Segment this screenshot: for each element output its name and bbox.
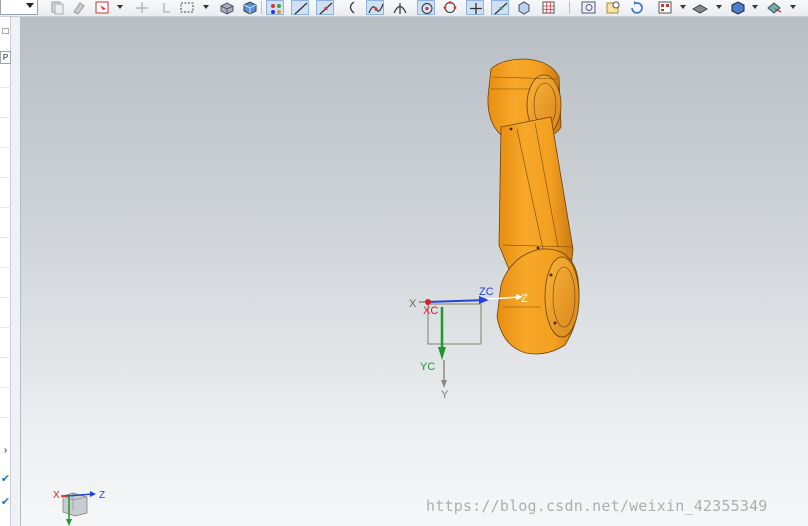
robot-arm-link[interactable] (487, 58, 580, 355)
y-label: Y (441, 389, 449, 401)
center-icon[interactable] (417, 0, 435, 15)
curve-point-icon[interactable] (366, 0, 384, 15)
display-icon[interactable] (729, 0, 747, 15)
zoom-icon[interactable] (604, 0, 622, 15)
check-icon[interactable]: ✔ (0, 473, 11, 485)
resource-bar: □ P › ✔ ✔ (0, 17, 21, 526)
triad-x-label: X (53, 490, 60, 501)
box-select-icon[interactable] (179, 0, 197, 15)
yc-label: YC (420, 361, 435, 373)
model-scene: X XC ZC Z YC Y X Z (53, 58, 580, 526)
more-icon[interactable] (765, 0, 783, 15)
line-snap-icon[interactable] (291, 0, 309, 15)
grid-icon[interactable] (540, 0, 558, 15)
point-snap-icon[interactable] (266, 0, 284, 15)
watermark-text: https://blog.csdn.net/weixin_42355349 (426, 497, 768, 515)
rotate-icon[interactable] (628, 0, 646, 15)
navigator-tab[interactable]: P (0, 51, 11, 64)
selection-filter-dropdown[interactable] (0, 0, 38, 15)
copy-icon[interactable] (48, 0, 66, 15)
graphics-viewport[interactable]: X XC ZC Z YC Y X Z https://blog.csdn.net… (21, 17, 808, 526)
select-filter-icon[interactable] (94, 0, 112, 15)
view-triad: X Z (53, 490, 105, 526)
zc-axis (426, 299, 488, 303)
triad-z-label: Z (99, 490, 105, 501)
z-label: Z (521, 293, 528, 305)
lower-joint-cap (544, 256, 580, 338)
restore-panel-button[interactable]: □ (0, 25, 11, 39)
midpoint-icon[interactable] (491, 0, 509, 15)
render-icon[interactable] (691, 0, 709, 15)
shaded-view-icon[interactable] (218, 0, 236, 15)
paste-icon[interactable] (70, 0, 88, 15)
main-toolbar (0, 0, 808, 17)
quadrant-icon[interactable] (441, 0, 459, 15)
end-point-icon[interactable] (316, 0, 334, 15)
fit-view-icon[interactable] (580, 0, 598, 15)
cross-icon[interactable] (466, 0, 484, 15)
snap-point-icon[interactable] (133, 0, 151, 15)
x-label: X (409, 298, 417, 310)
chevron-down-icon (26, 3, 34, 8)
arc-icon[interactable] (343, 0, 361, 15)
check-icon-2[interactable]: ✔ (0, 496, 11, 508)
intersect-icon[interactable] (391, 0, 409, 15)
cube-snap-icon[interactable] (515, 0, 533, 15)
grab-icon[interactable] (158, 0, 176, 15)
cube-view-icon[interactable] (241, 0, 259, 15)
layer-icon[interactable] (656, 0, 674, 15)
navigator-strip: □ P › ✔ ✔ (0, 17, 11, 526)
expand-arrow-icon[interactable]: › (0, 444, 11, 458)
xc-label: XC (423, 305, 438, 317)
zc-label: ZC (479, 286, 494, 298)
